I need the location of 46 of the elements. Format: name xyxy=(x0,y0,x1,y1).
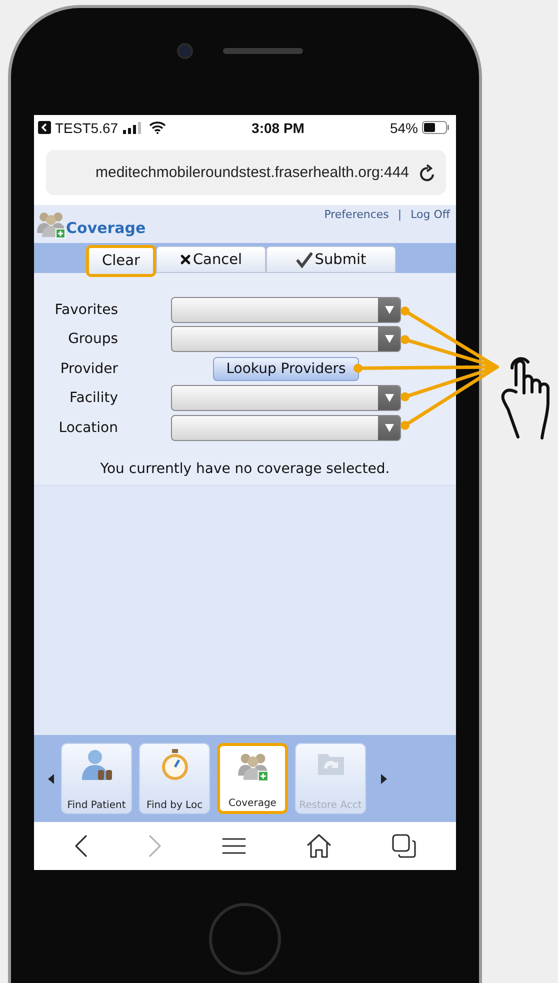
dropdown-select[interactable] xyxy=(171,326,401,352)
camera-lens xyxy=(177,42,193,58)
header-link[interactable]: Log Off xyxy=(410,208,450,221)
person-binoculars-icon xyxy=(80,748,114,782)
menu-icon[interactable] xyxy=(222,837,246,855)
dropdown-select[interactable] xyxy=(171,414,401,441)
checkmark-icon xyxy=(296,252,313,268)
lookup-providers-button[interactable]: Lookup Providers xyxy=(213,356,359,381)
dropdown-arrow-icon xyxy=(384,424,394,432)
link-separator: | xyxy=(398,208,402,221)
pointing-hand-icon xyxy=(501,357,550,440)
battery-icon xyxy=(422,121,450,134)
dropdown-arrow-icon xyxy=(384,394,394,402)
tabs-icon[interactable] xyxy=(392,834,416,858)
back-icon[interactable] xyxy=(74,834,88,858)
field-label: Location xyxy=(58,420,118,436)
wifi-icon xyxy=(149,121,166,134)
clock-time: 3:08 PM xyxy=(252,120,304,136)
back-app-icon xyxy=(38,121,51,134)
stopwatch-icon xyxy=(160,748,190,782)
field-label: Groups xyxy=(67,331,118,348)
field-label: Facility xyxy=(68,390,118,406)
back-app-label: TEST5.67 xyxy=(55,120,118,136)
nav-tile[interactable]: Find by Loc xyxy=(139,743,210,814)
dropdown-arrow-icon xyxy=(384,335,394,344)
signal-icon xyxy=(123,122,144,134)
page-title: Coverage xyxy=(66,219,146,237)
cross-icon xyxy=(180,254,191,265)
address-bar[interactable]: meditechmobileroundstest.fraserhealth.org:444 xyxy=(46,150,446,195)
no-coverage-message: You currently have no coverage selected. xyxy=(99,461,391,477)
battery-percent: 54% xyxy=(390,120,418,136)
dropdown-select[interactable] xyxy=(171,296,401,323)
scroll-left-icon[interactable] xyxy=(48,774,54,784)
dropdown-arrow-icon xyxy=(384,306,394,314)
toolbar-button[interactable]: Clear xyxy=(86,245,156,277)
home-icon[interactable] xyxy=(306,833,332,859)
field-label: Favorites xyxy=(54,302,118,318)
header-link[interactable]: Preferences xyxy=(324,208,389,221)
nav-tile[interactable]: Find Patient xyxy=(61,743,132,814)
scroll-right-icon[interactable] xyxy=(381,774,387,784)
field-label: Provider xyxy=(59,360,118,377)
reload-icon[interactable] xyxy=(419,164,436,182)
dropdown-select[interactable] xyxy=(171,385,401,412)
toolbar-button[interactable]: Cancel xyxy=(156,246,266,273)
nav-tile[interactable]: Coverage xyxy=(217,743,288,814)
toolbar-button[interactable]: Submit xyxy=(266,246,396,273)
